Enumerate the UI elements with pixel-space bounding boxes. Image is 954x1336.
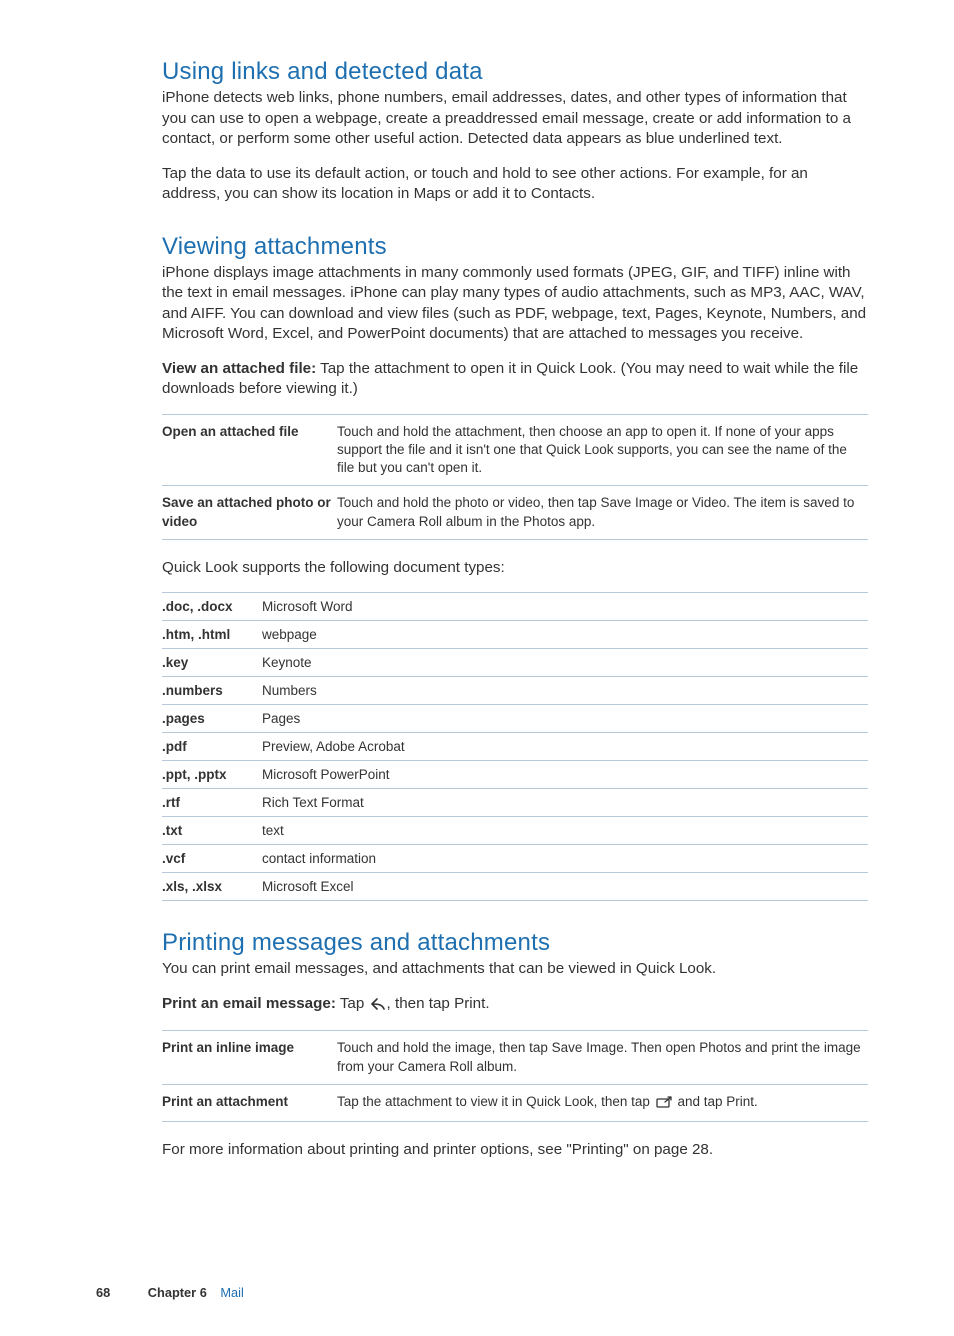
heading-printing: Printing messages and attachments — [162, 929, 868, 957]
view-file-label: View an attached file: — [162, 360, 316, 377]
cell-ext: .numbers — [162, 677, 262, 705]
cell-label: Open an attached file — [162, 414, 337, 486]
table-row: .vcfcontact information — [162, 845, 868, 873]
cell-value: Touch and hold the photo or video, then … — [337, 486, 868, 539]
cell-label: Print an attachment — [162, 1084, 337, 1121]
table-row: .pagesPages — [162, 705, 868, 733]
page-footer: 68 Chapter 6 Mail — [96, 1285, 244, 1300]
table-row: .pdfPreview, Adobe Acrobat — [162, 733, 868, 761]
print-msg-text-b: , then tap Print. — [387, 995, 490, 1012]
table-row: Open an attached file Touch and hold the… — [162, 414, 868, 486]
print-msg-label: Print an email message: — [162, 995, 336, 1012]
body-text: Print an email message: Tap , then tap P… — [162, 994, 868, 1017]
cell-value-b: and tap Print. — [674, 1094, 758, 1109]
table-row: .rtfRich Text Format — [162, 789, 868, 817]
cell-desc: Keynote — [262, 649, 868, 677]
table-row: Save an attached photo or video Touch an… — [162, 486, 868, 539]
body-text: View an attached file: Tap the attachmen… — [162, 359, 868, 400]
cell-value: Tap the attachment to view it in Quick L… — [337, 1084, 868, 1121]
cell-ext: .pages — [162, 705, 262, 733]
cell-ext: .key — [162, 649, 262, 677]
cell-desc: Rich Text Format — [262, 789, 868, 817]
cell-desc: Preview, Adobe Acrobat — [262, 733, 868, 761]
reply-arrow-icon — [371, 996, 385, 1017]
document-types-table: .doc, .docxMicrosoft Word .htm, .htmlweb… — [162, 592, 868, 901]
cell-ext: .htm, .html — [162, 621, 262, 649]
cell-desc: text — [262, 817, 868, 845]
print-msg-text-a: Tap — [336, 995, 369, 1012]
cell-desc: contact information — [262, 845, 868, 873]
action-share-icon — [656, 1095, 672, 1113]
types-intro: Quick Look supports the following docume… — [162, 558, 868, 579]
body-text: For more information about printing and … — [162, 1140, 868, 1161]
chapter-label: Chapter 6 — [148, 1285, 207, 1300]
cell-ext: .ppt, .pptx — [162, 761, 262, 789]
chapter-name: Mail — [220, 1285, 243, 1300]
table-row: .doc, .docxMicrosoft Word — [162, 593, 868, 621]
heading-viewing-attachments: Viewing attachments — [162, 233, 868, 261]
printing-table: Print an inline image Touch and hold the… — [162, 1030, 868, 1122]
cell-desc: Microsoft Word — [262, 593, 868, 621]
section-printing: Printing messages and attachments You ca… — [162, 929, 868, 1160]
cell-ext: .pdf — [162, 733, 262, 761]
cell-ext: .txt — [162, 817, 262, 845]
cell-label: Save an attached photo or video — [162, 486, 337, 539]
cell-ext: .xls, .xlsx — [162, 873, 262, 901]
table-row: Print an inline image Touch and hold the… — [162, 1031, 868, 1084]
table-row: .txttext — [162, 817, 868, 845]
cell-desc: Microsoft Excel — [262, 873, 868, 901]
table-row: .numbersNumbers — [162, 677, 868, 705]
attachment-actions-table: Open an attached file Touch and hold the… — [162, 414, 868, 540]
cell-value: Touch and hold the image, then tap Save … — [337, 1031, 868, 1084]
heading-using-links: Using links and detected data — [162, 58, 868, 86]
section-viewing-attachments: Viewing attachments iPhone displays imag… — [162, 233, 868, 902]
body-text: iPhone detects web links, phone numbers,… — [162, 88, 868, 150]
section-using-links: Using links and detected data iPhone det… — [162, 58, 868, 205]
cell-value-a: Tap the attachment to view it in Quick L… — [337, 1094, 654, 1109]
body-text: You can print email messages, and attach… — [162, 959, 868, 980]
table-row: .xls, .xlsxMicrosoft Excel — [162, 873, 868, 901]
cell-ext: .doc, .docx — [162, 593, 262, 621]
body-text: Tap the data to use its default action, … — [162, 164, 868, 205]
table-row: .htm, .htmlwebpage — [162, 621, 868, 649]
cell-ext: .rtf — [162, 789, 262, 817]
cell-desc: webpage — [262, 621, 868, 649]
cell-label: Print an inline image — [162, 1031, 337, 1084]
table-row: .keyKeynote — [162, 649, 868, 677]
cell-ext: .vcf — [162, 845, 262, 873]
table-row: Print an attachment Tap the attachment t… — [162, 1084, 868, 1121]
cell-value: Touch and hold the attachment, then choo… — [337, 414, 868, 486]
cell-desc: Numbers — [262, 677, 868, 705]
table-row: .ppt, .pptxMicrosoft PowerPoint — [162, 761, 868, 789]
body-text: iPhone displays image attachments in man… — [162, 263, 868, 345]
page-number: 68 — [96, 1285, 110, 1300]
cell-desc: Pages — [262, 705, 868, 733]
cell-desc: Microsoft PowerPoint — [262, 761, 868, 789]
